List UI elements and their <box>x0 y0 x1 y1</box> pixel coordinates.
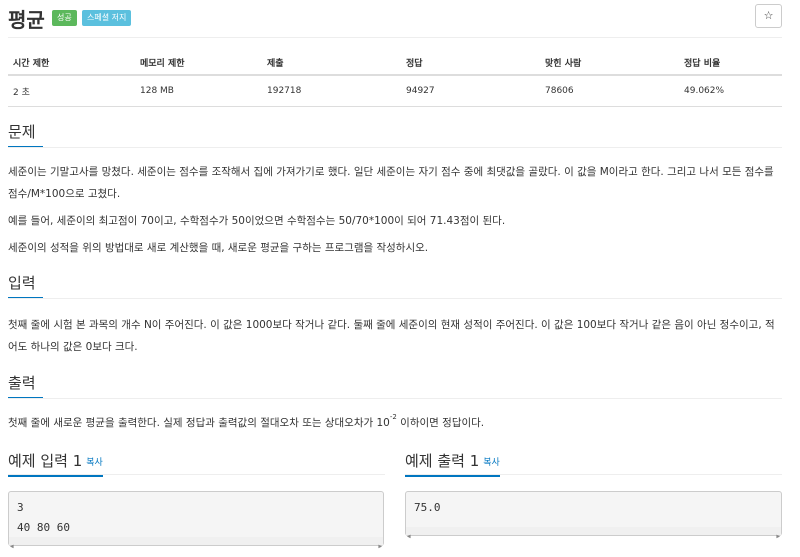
sample-input-line: 40 80 60 <box>17 521 70 534</box>
table-row: 2 초 128 MB 192718 94927 78606 49.062% <box>8 75 782 107</box>
sample-output-line: 75.0 <box>414 501 441 514</box>
sample-output-label: 예제 출력 1 <box>405 452 480 470</box>
table-header-row: 시간 제한 메모리 제한 제출 정답 맞힌 사람 정답 비율 <box>8 50 782 76</box>
output-text: 첫째 줄에 새로운 평균을 출력한다. 실제 정답과 출력값의 절대오차 또는 … <box>8 417 390 429</box>
solved-users-value: 78606 <box>540 75 679 107</box>
divider <box>8 474 385 475</box>
header-accepted: 정답 <box>401 50 540 76</box>
output-section-title: 출력 <box>8 372 43 399</box>
star-icon: ☆ <box>763 9 774 22</box>
problem-info-table: 시간 제한 메모리 제한 제출 정답 맞힌 사람 정답 비율 2 초 128 M… <box>8 50 782 107</box>
divider <box>405 474 782 475</box>
star-button[interactable]: ☆ <box>755 4 782 28</box>
divider <box>8 37 782 38</box>
input-section-label: 입력 <box>8 274 36 292</box>
problem-section-label: 문제 <box>8 123 36 141</box>
status-badge-special-judge: 스페셜 저지 <box>82 10 132 26</box>
input-section-title: 입력 <box>8 272 43 299</box>
input-description: 첫째 줄에 시험 본 과목의 개수 N이 주어진다. 이 값은 1000보다 작… <box>8 319 775 353</box>
sample-input-label: 예제 입력 1 <box>8 452 83 470</box>
sample-output-box[interactable]: 75.0 ◀ ▶ <box>405 491 782 540</box>
scroll-left-icon[interactable]: ◀ <box>10 537 14 557</box>
output-exponent: -2 <box>389 413 397 421</box>
scroll-right-icon[interactable]: ▶ <box>378 537 382 557</box>
output-description: 첫째 줄에 새로운 평균을 출력한다. 실제 정답과 출력값의 절대오차 또는 … <box>8 412 782 434</box>
scroll-right-icon[interactable]: ▶ <box>776 527 780 547</box>
section-underline <box>405 475 500 477</box>
problem-description: 세준이는 기말고사를 망쳤다. 세준이는 점수를 조작해서 집에 가져가기로 했… <box>8 161 782 259</box>
divider <box>8 298 782 299</box>
copy-sample-input-button[interactable]: 복사 <box>86 458 103 468</box>
status-badge-success: 성공 <box>52 10 77 26</box>
section-underline <box>8 475 103 477</box>
output-section-label: 출력 <box>8 374 36 392</box>
header-accept-ratio: 정답 비율 <box>679 50 782 76</box>
output-text-end: 이하이면 정답이다. <box>396 417 485 429</box>
header-submissions: 제출 <box>262 50 401 76</box>
accepted-value: 94927 <box>401 75 540 107</box>
scroll-left-icon[interactable]: ◀ <box>407 527 411 547</box>
sample-input-title: 예제 입력 1 복사 <box>8 450 103 477</box>
copy-sample-output-button[interactable]: 복사 <box>483 458 500 468</box>
divider <box>8 398 782 399</box>
problem-paragraph: 세준이는 기말고사를 망쳤다. 세준이는 점수를 조작해서 집에 가져가기로 했… <box>8 166 774 200</box>
horizontal-scrollbar[interactable]: ◀ ▶ <box>9 537 383 550</box>
sample-input-line: 3 <box>17 501 24 514</box>
divider <box>8 147 782 148</box>
accept-ratio-value: 49.062% <box>679 75 782 107</box>
sample-output-title: 예제 출력 1 복사 <box>405 450 500 477</box>
problem-header: 평균 성공 스페셜 저지 ☆ <box>8 4 782 36</box>
time-limit-value: 2 초 <box>8 75 135 107</box>
header-time-limit: 시간 제한 <box>8 50 135 76</box>
sample-input-box[interactable]: 3 40 80 60 ◀ ▶ <box>8 491 384 550</box>
submissions-value: 192718 <box>262 75 401 107</box>
problem-section-title: 문제 <box>8 121 43 148</box>
header-memory-limit: 메모리 제한 <box>135 50 262 76</box>
header-solved-users: 맞힌 사람 <box>540 50 679 76</box>
problem-paragraph: 세준이의 성적을 위의 방법대로 새로 계산했을 때, 새로운 평균을 구하는 … <box>8 242 429 254</box>
horizontal-scrollbar[interactable]: ◀ ▶ <box>406 527 781 540</box>
problem-paragraph: 예를 들어, 세준이의 최고점이 70이고, 수학점수가 50이었으면 수학점수… <box>8 215 506 227</box>
problem-title: 평균 <box>8 8 45 32</box>
memory-limit-value: 128 MB <box>135 75 262 107</box>
